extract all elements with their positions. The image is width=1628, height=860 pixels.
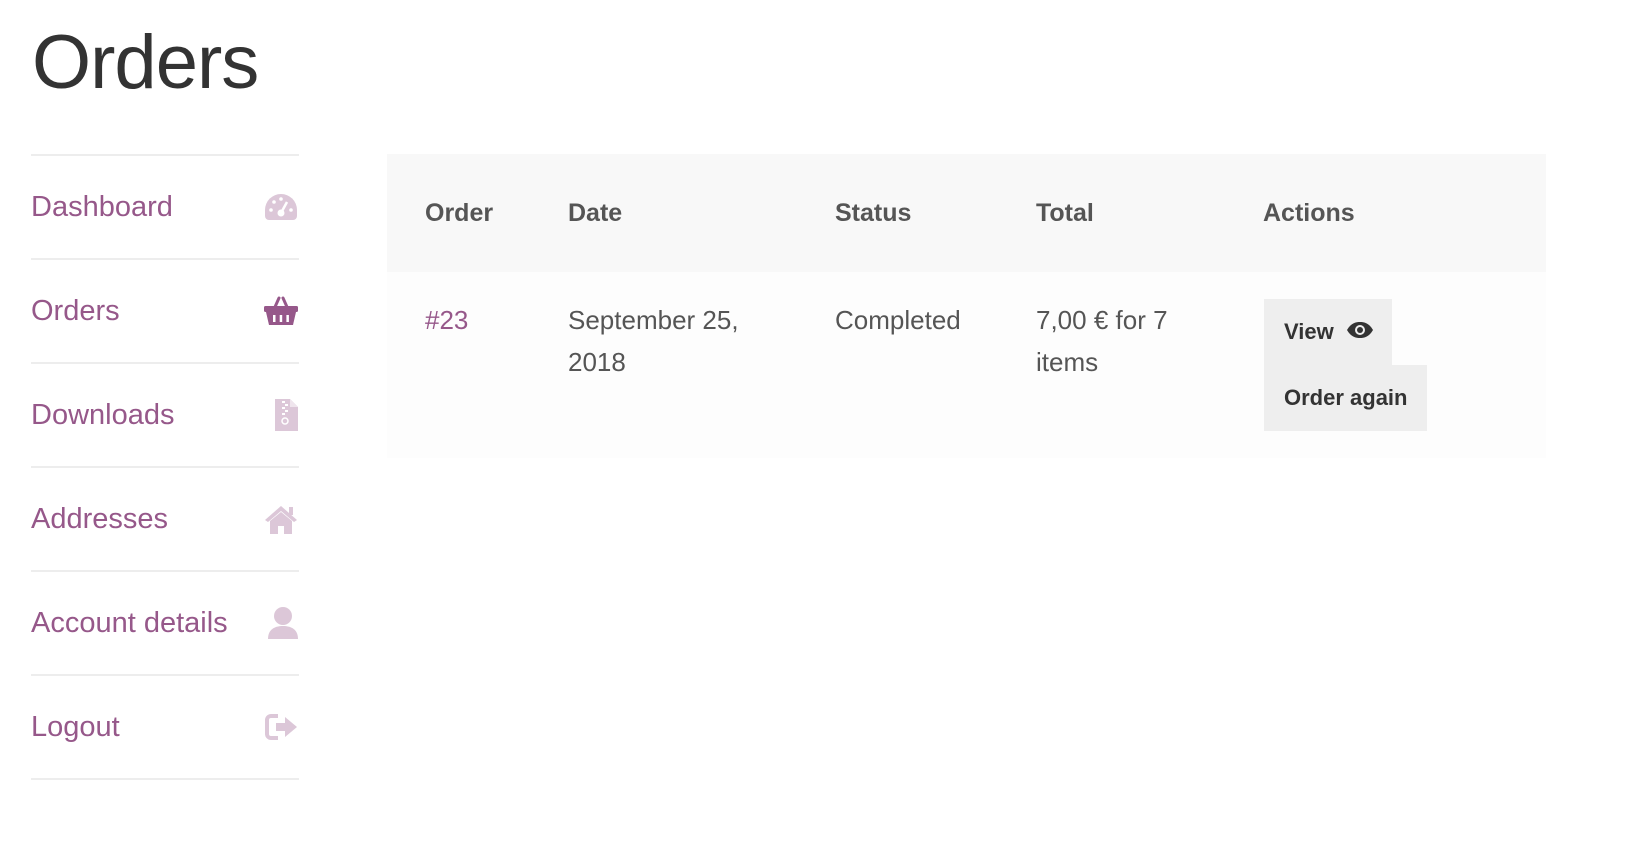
column-header-date: Date <box>568 198 623 227</box>
nav-item-account-details[interactable]: Account details <box>31 572 299 676</box>
file-archive-icon <box>263 397 299 433</box>
user-icon <box>263 605 299 641</box>
order-again-label: Order again <box>1284 385 1408 410</box>
column-header-status: Status <box>835 198 912 227</box>
order-date: September 25, 2018 <box>568 305 739 377</box>
order-status-cell: Completed <box>835 272 1036 458</box>
order-total: 7,00 € for 7 items <box>1036 305 1168 377</box>
nav-item-downloads[interactable]: Downloads <box>31 364 299 468</box>
column-header-actions: Actions <box>1263 198 1355 227</box>
order-status: Completed <box>835 305 961 335</box>
view-order-button[interactable]: View <box>1264 299 1392 365</box>
nav-item-dashboard[interactable]: Dashboard <box>31 156 299 260</box>
account-navigation: Dashboard Orders Downloads Addresses Acc… <box>31 154 299 780</box>
column-header-total: Total <box>1036 198 1094 227</box>
order-again-button[interactable]: Order again <box>1264 365 1428 431</box>
order-number-link[interactable]: #23 <box>425 305 468 335</box>
nav-item-label: Logout <box>31 710 120 743</box>
sign-out-icon <box>263 709 299 745</box>
nav-item-logout[interactable]: Logout <box>31 676 299 780</box>
dashboard-gauge-icon <box>263 189 299 225</box>
nav-item-label: Account details <box>31 606 228 639</box>
basket-icon <box>263 293 299 329</box>
order-total-cell: 7,00 € for 7 items <box>1036 272 1263 458</box>
nav-item-label: Dashboard <box>31 190 173 223</box>
home-icon <box>263 501 299 537</box>
page-title: Orders <box>32 20 259 105</box>
nav-item-label: Orders <box>31 294 120 327</box>
table-header-row: Order Date Status Total Actions <box>387 154 1546 272</box>
nav-item-orders[interactable]: Orders <box>31 260 299 364</box>
order-date-cell: September 25, 2018 <box>568 272 835 458</box>
order-number-cell: #23 <box>387 272 568 458</box>
page: Orders Dashboard Orders Downloads Addres… <box>0 0 1628 860</box>
nav-item-addresses[interactable]: Addresses <box>31 468 299 572</box>
nav-item-label: Downloads <box>31 398 175 431</box>
nav-item-label: Addresses <box>31 502 169 535</box>
eye-icon <box>1346 319 1374 345</box>
view-button-label: View <box>1284 319 1334 344</box>
column-header-order: Order <box>425 198 494 227</box>
